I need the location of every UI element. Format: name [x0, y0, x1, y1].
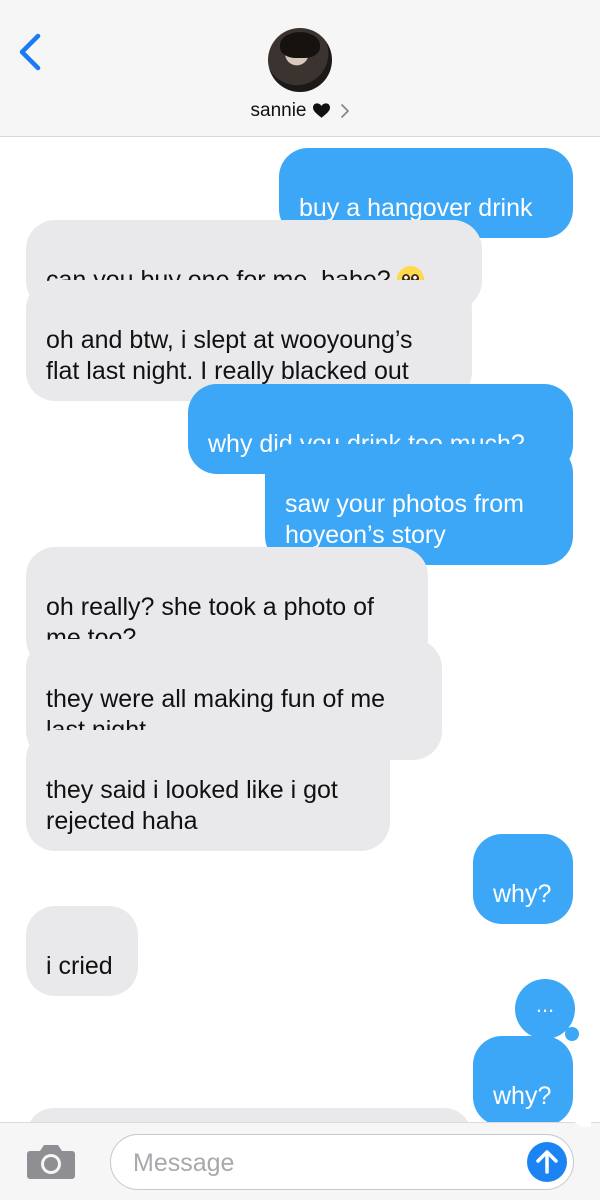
message-bubble-sent[interactable]: why?: [473, 1036, 591, 1127]
message-text: why?: [493, 1082, 552, 1110]
contact-info-button[interactable]: sannie: [0, 97, 600, 125]
camera-icon[interactable]: [26, 1141, 76, 1181]
message-text: oh and btw, i slept at wooyoung’s flat l…: [46, 326, 413, 385]
message-bubble-sent[interactable]: ...: [515, 979, 579, 1041]
conversation-header: sannie: [0, 0, 600, 137]
message-text: saw your photos from hoyeon’s story: [285, 490, 524, 549]
message-bubble-sent[interactable]: why?: [473, 834, 591, 925]
message-bubble-received[interactable]: i cried: [8, 906, 138, 997]
message-field[interactable]: [110, 1134, 574, 1190]
contact-name: sannie: [250, 100, 307, 121]
chevron-left-icon[interactable]: [14, 32, 48, 72]
message-text: they said i looked like i got rejected h…: [46, 776, 338, 835]
message-bubble-received[interactable]: oh and btw, i slept at wooyoung’s flat l…: [8, 280, 472, 402]
message-input[interactable]: [133, 1147, 513, 1179]
compose-bar: [0, 1122, 600, 1200]
send-button[interactable]: [527, 1142, 567, 1182]
message-bubble-received[interactable]: they said i looked like i got rejected h…: [8, 730, 390, 852]
avatar[interactable]: [268, 28, 332, 92]
message-text: i cried: [46, 952, 113, 980]
heart-icon: [312, 103, 330, 118]
message-text: why?: [493, 880, 552, 908]
arrow-up-icon: [536, 1150, 558, 1174]
message-text: ...: [535, 992, 555, 1017]
message-text: buy a hangover drink: [299, 194, 533, 222]
chevron-right-icon: [340, 104, 349, 118]
